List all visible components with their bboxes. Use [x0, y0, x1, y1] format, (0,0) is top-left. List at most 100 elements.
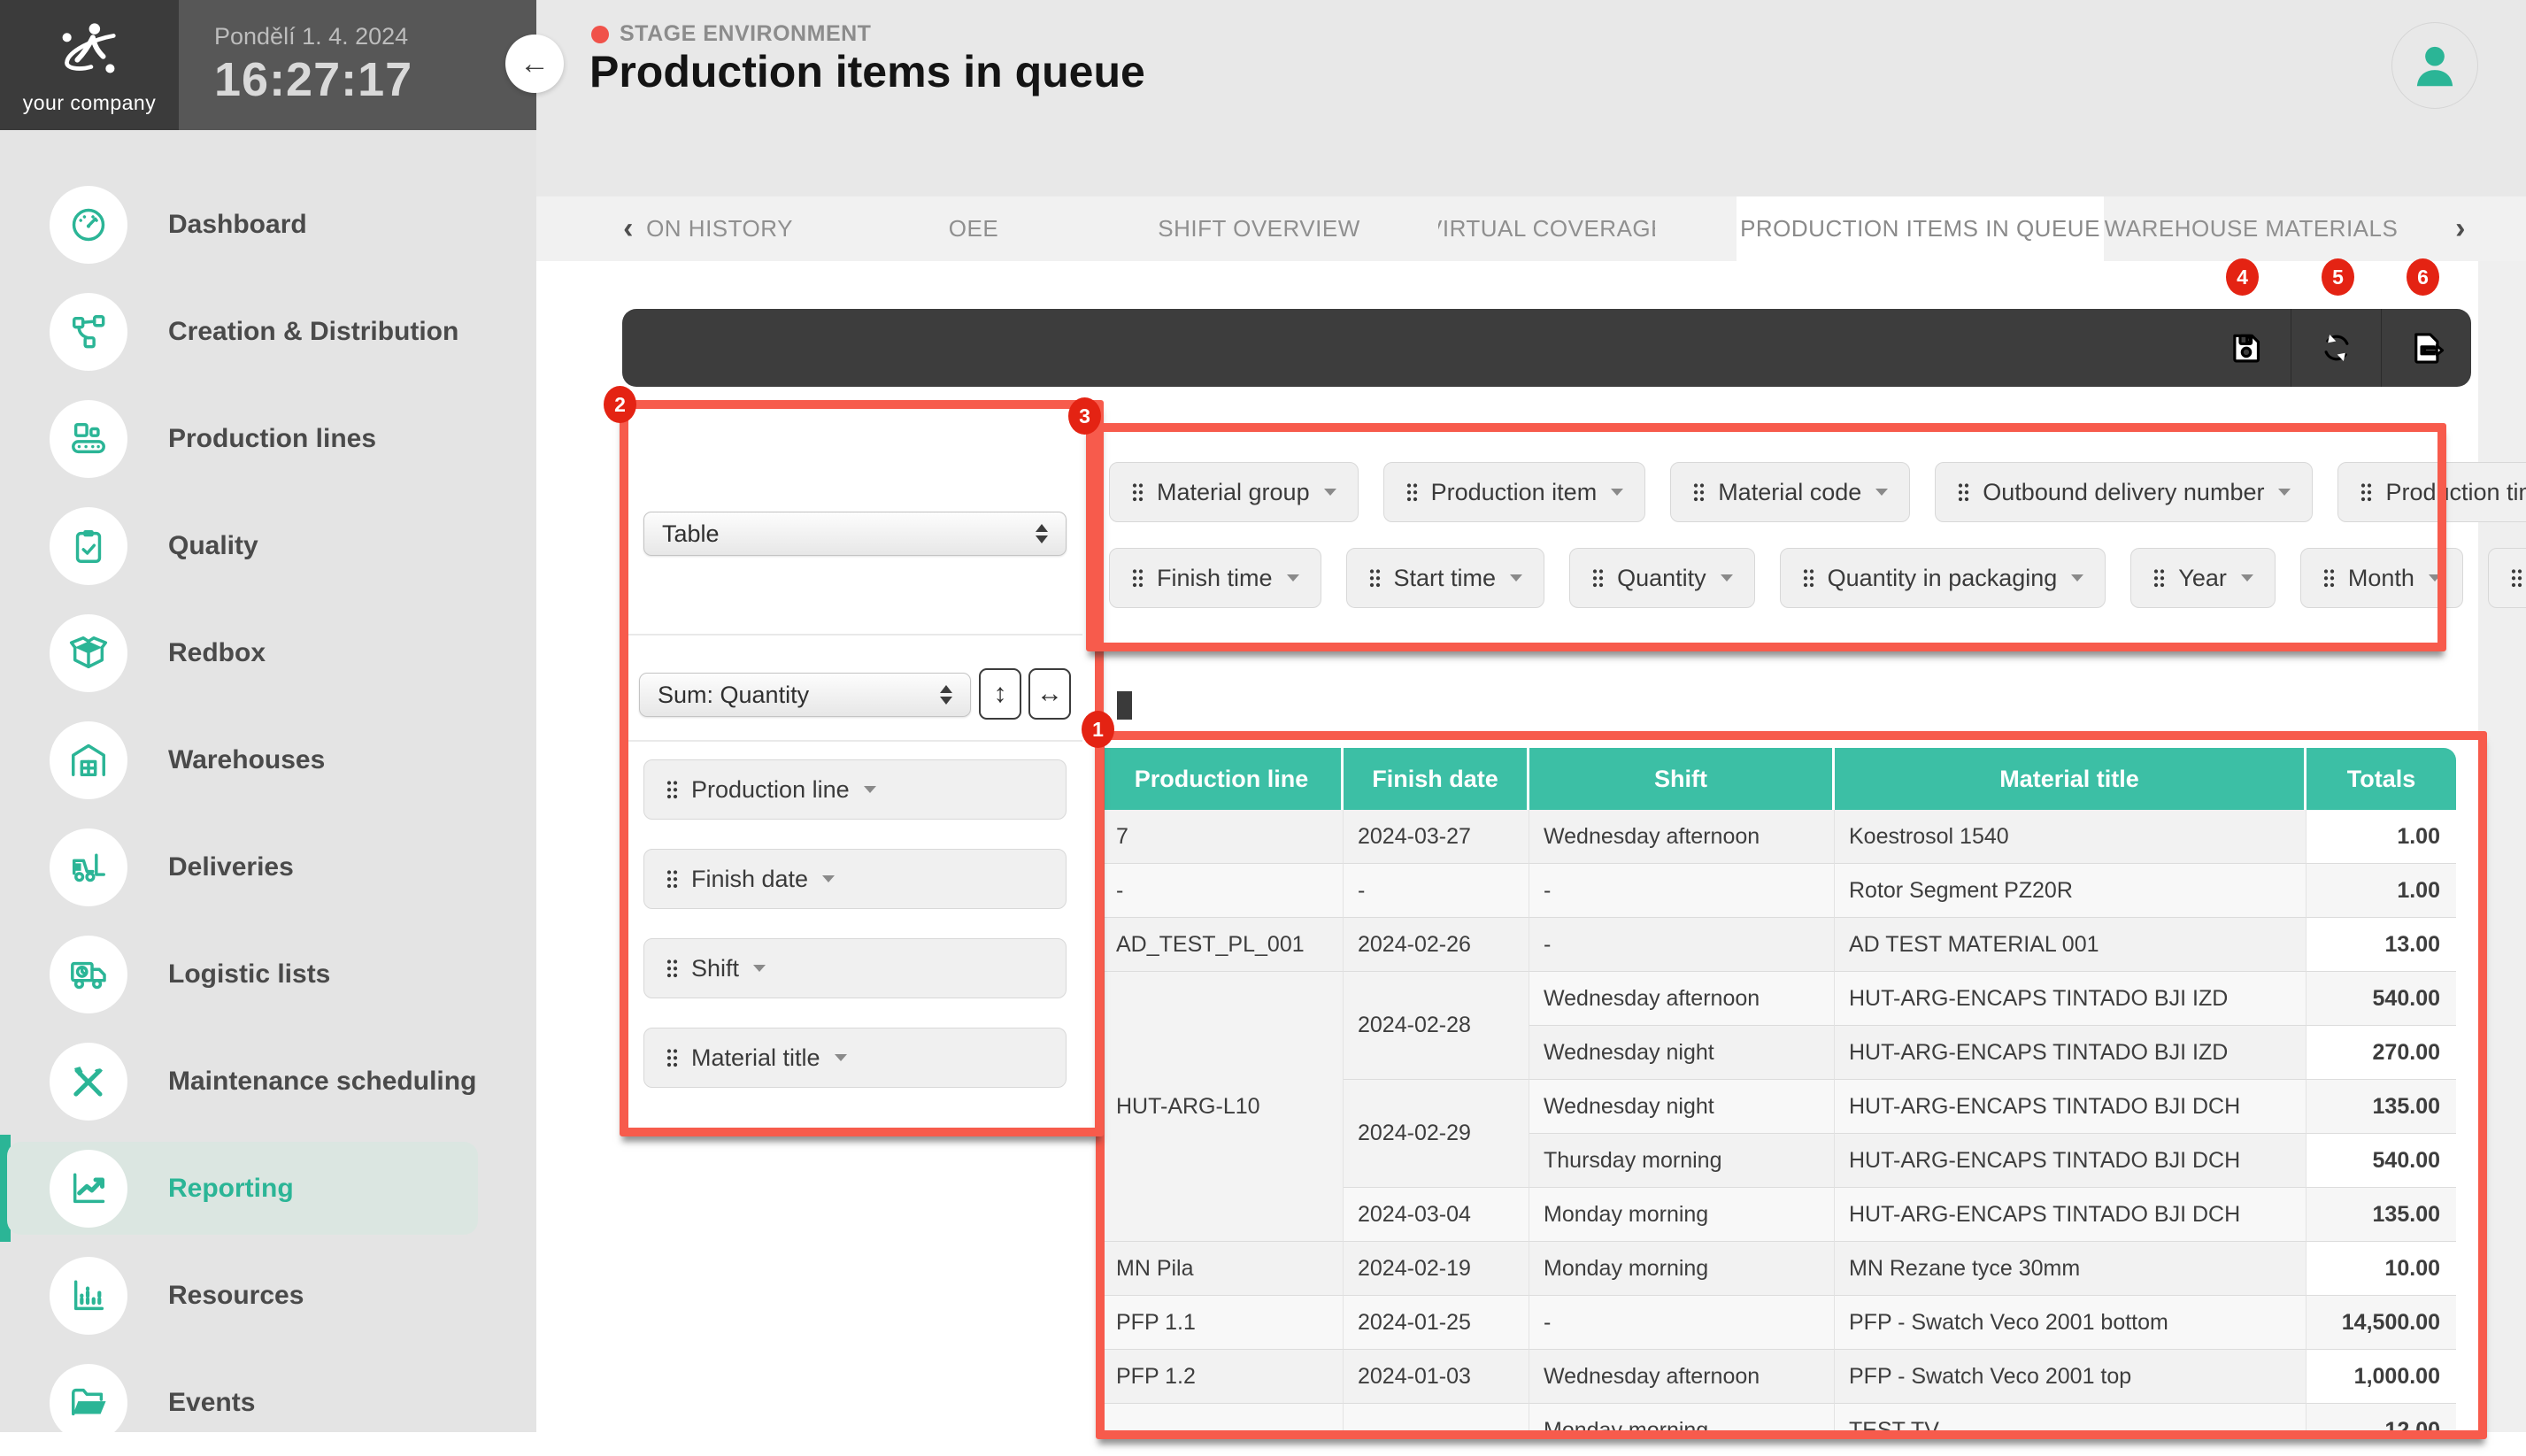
chip-label: Material group [1157, 479, 1310, 506]
tab-warehouse-materials[interactable]: WAREHOUSE MATERIALS [2104, 196, 2399, 261]
line-chart-icon [68, 1168, 109, 1209]
filter-field-day[interactable]: Day [2488, 548, 2526, 608]
export-button[interactable] [2381, 309, 2471, 387]
table-cell [1102, 1404, 1344, 1432]
table-cell: HUT-ARG-ENCAPS TINTADO BJI DCH [1835, 1134, 2307, 1188]
sort-horizontal-button[interactable]: ↔ [1028, 668, 1071, 720]
sidebar-item-creation-distribution[interactable]: Creation & Distribution [0, 278, 536, 385]
sidebar-item-events[interactable]: Events [0, 1349, 536, 1456]
chip-label: Start time [1394, 565, 1497, 592]
table-cell: MN Rezane tyce 30mm [1835, 1242, 2307, 1296]
tab-shift-overview[interactable]: SHIFT OVERVIEW [1151, 196, 1367, 261]
table-cell: Rotor Segment PZ20R [1835, 864, 2307, 918]
truck-clock-icon-circle [50, 936, 127, 1013]
clipboard-check-icon-circle [50, 507, 127, 585]
table-cell: Wednesday night [1529, 1080, 1835, 1134]
filter-field-material-group[interactable]: Material group [1109, 462, 1359, 522]
table-cell: 2024-03-04 [1344, 1188, 1529, 1242]
back-button[interactable]: ← [505, 35, 564, 93]
person-icon [2407, 38, 2462, 93]
tab-oee[interactable]: OEE [920, 196, 1027, 261]
grip-icon [1131, 482, 1144, 502]
chevron-down-icon [1287, 574, 1299, 582]
table-cell: 2024-03-27 [1344, 810, 1529, 864]
arrows-vertical-icon: ↕ [994, 679, 1007, 709]
row-field-material-title[interactable]: Material title [643, 1028, 1067, 1088]
tab-on-history[interactable]: ON HISTORY [640, 196, 799, 261]
chevron-down-icon [753, 965, 766, 972]
sidebar-item-quality[interactable]: Quality [0, 492, 536, 599]
filter-field-quantity-in-packaging[interactable]: Quantity in packaging [1780, 548, 2106, 608]
filter-field-material-code[interactable]: Material code [1670, 462, 1910, 522]
row-field-finish-date[interactable]: Finish date [643, 849, 1067, 909]
sidebar-item-logistic-lists[interactable]: Logistic lists [0, 921, 536, 1028]
filter-field-outbound-delivery-number[interactable]: Outbound delivery number [1935, 462, 2313, 522]
forklift-icon [68, 847, 109, 888]
row-field-shift[interactable]: Shift [643, 938, 1067, 998]
chip-label: Finish time [1157, 565, 1273, 592]
filter-field-production-time[interactable]: Production time [2337, 462, 2526, 522]
filter-field-quantity[interactable]: Quantity [1569, 548, 1755, 608]
chevron-down-icon [1721, 574, 1733, 582]
user-avatar-button[interactable] [2391, 22, 2478, 109]
refresh-button[interactable] [2291, 309, 2381, 387]
table-cell: - [1102, 864, 1344, 918]
network-icon [68, 312, 109, 352]
sidebar-item-label: Resources [168, 1281, 304, 1311]
sidebar-item-redbox[interactable]: Redbox [0, 599, 536, 706]
table-cell: Wednesday night [1529, 1026, 1835, 1080]
table-row: PFP 1.22024-01-03Wednesday afternoonPFP … [1102, 1350, 2456, 1404]
chevron-down-icon [864, 786, 876, 793]
table-cell: - [1344, 864, 1529, 918]
sidebar-item-warehouses[interactable]: Warehouses [0, 706, 536, 813]
table-row: MN Pila2024-02-19Monday morningMN Rezane… [1102, 1242, 2456, 1296]
filter-field-month[interactable]: Month [2300, 548, 2463, 608]
table-cell: Wednesday afternoon [1529, 810, 1835, 864]
chip-label: Quantity [1617, 565, 1706, 592]
filter-field-finish-time[interactable]: Finish time [1109, 548, 1321, 608]
filter-field-production-item[interactable]: Production item [1383, 462, 1646, 522]
sidebar-item-deliveries[interactable]: Deliveries [0, 813, 536, 921]
save-button[interactable] [2201, 309, 2291, 387]
table-total-cell: 540.00 [2307, 1134, 2456, 1188]
tab-production-items-in-queue[interactable]: PRODUCTION ITEMS IN QUEUE [1737, 196, 2104, 261]
table-cell: 2024-02-26 [1344, 918, 1529, 972]
refresh-icon [2318, 329, 2355, 366]
sidebar-nav: DashboardCreation & DistributionProducti… [0, 130, 536, 1432]
sort-vertical-button[interactable]: ↕ [979, 668, 1021, 720]
aggregation-select[interactable]: Sum: Quantity [639, 673, 971, 717]
page-title: Production items in queue [589, 46, 1145, 97]
table-cell: MN Pila [1102, 1242, 1344, 1296]
chevron-down-icon [1611, 489, 1623, 496]
filter-field-start-time[interactable]: Start time [1346, 548, 1545, 608]
table-cell: HUT-ARG-ENCAPS TINTADO BJI IZD [1835, 972, 2307, 1026]
arrows-horizontal-icon: ↔ [1036, 679, 1063, 709]
sidebar-item-maintenance-scheduling[interactable]: Maintenance scheduling [0, 1028, 536, 1135]
sidebar-item-dashboard[interactable]: Dashboard [0, 171, 536, 278]
sidebar-item-reporting[interactable]: Reporting [0, 1135, 536, 1242]
drag-handle[interactable] [1117, 691, 1132, 720]
table-total-cell: 10.00 [2307, 1242, 2456, 1296]
table-cell: Monday morning [1529, 1188, 1835, 1242]
environment-label: STAGE ENVIRONMENT [620, 21, 871, 47]
sidebar-item-label: Events [168, 1388, 255, 1418]
table-row: 72024-03-27Wednesday afternoonKoestrosol… [1102, 810, 2456, 864]
tabs-scroll-right-icon[interactable]: › [2434, 196, 2487, 261]
filter-field-year[interactable]: Year [2130, 548, 2276, 608]
filter-fields-row-2: Finish time Start time Quantity Quantity in… [1109, 548, 2526, 608]
sidebar-item-label: Quality [168, 531, 258, 561]
chip-label: Production line [691, 776, 850, 804]
view-type-select[interactable]: Table [643, 512, 1067, 556]
chevron-down-icon [2071, 574, 2083, 582]
tab-virtual-coverage[interactable]: VIRTUAL COVERAGE [1438, 196, 1655, 261]
row-field-production-line[interactable]: Production line [643, 759, 1067, 820]
chip-label: Material code [1718, 479, 1861, 506]
table-header-row: Production lineFinish dateShiftMaterial … [1102, 748, 2456, 810]
pivot-table-container: Production lineFinish dateShiftMaterial … [1102, 748, 2466, 1432]
company-logo-text: your company [23, 91, 156, 115]
right-gutter [2478, 261, 2526, 1432]
sidebar-item-production-lines[interactable]: Production lines [0, 385, 536, 492]
table-cell: PFP 1.1 [1102, 1296, 1344, 1350]
sidebar-item-resources[interactable]: Resources [0, 1242, 536, 1349]
grip-icon [1692, 482, 1706, 502]
